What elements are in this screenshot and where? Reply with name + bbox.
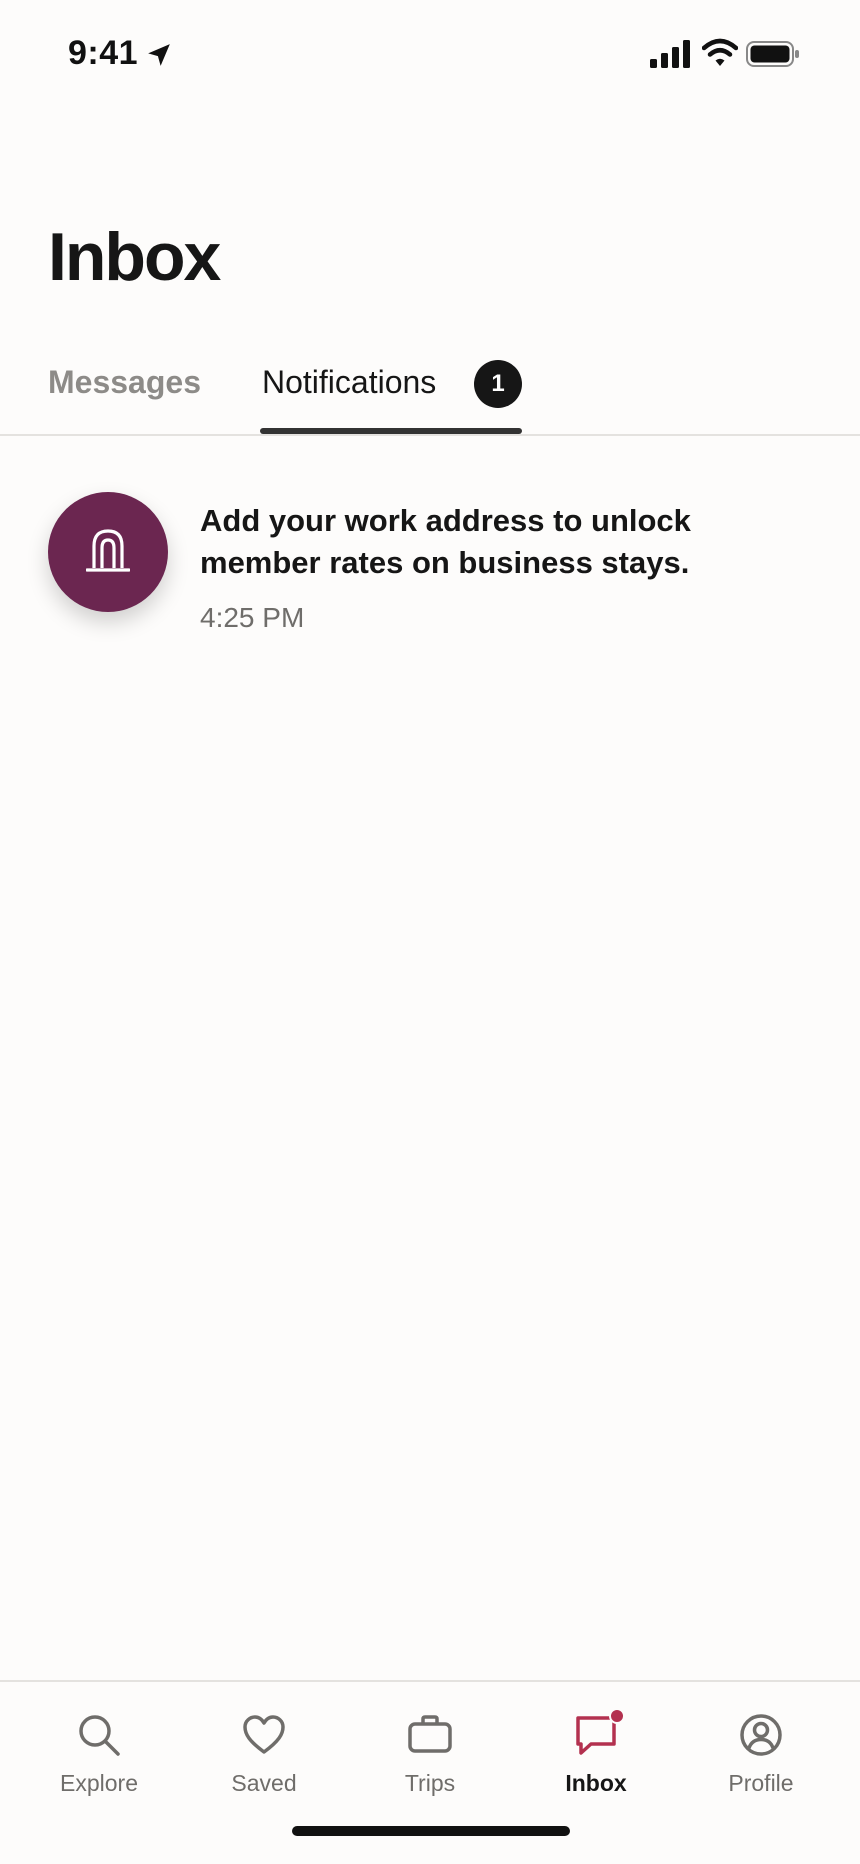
nav-explore-label: Explore — [60, 1770, 138, 1796]
cellular-signal-icon — [650, 40, 690, 68]
inbox-tabs: Messages Notifications 1 — [0, 350, 860, 436]
nav-explore[interactable]: Explore — [29, 1712, 169, 1812]
tab-messages[interactable]: Messages — [48, 364, 201, 401]
nav-inbox-label: Inbox — [565, 1770, 627, 1796]
active-tab-indicator — [260, 428, 522, 434]
nav-profile[interactable]: Profile — [691, 1712, 831, 1812]
briefcase-icon — [408, 1715, 452, 1753]
nav-saved[interactable]: Saved — [194, 1712, 334, 1812]
bottom-tab-bar: Explore Saved Trips Inbox Profile — [0, 1680, 860, 1864]
notifications-count-badge: 1 — [474, 360, 522, 408]
nav-inbox[interactable]: Inbox — [526, 1708, 666, 1812]
user-circle-icon — [740, 1714, 782, 1756]
notification-time: 4:25 PM — [200, 602, 305, 633]
arch-logo-icon — [86, 529, 130, 572]
nav-trips-label: Trips — [404, 1770, 456, 1796]
heart-icon — [243, 1715, 285, 1754]
nav-saved-label: Saved — [231, 1770, 297, 1796]
inbox-unread-dot — [609, 1708, 625, 1724]
notification-message: Add your work address to unlock member r… — [200, 503, 691, 580]
notification-item[interactable]: Add your work address to unlock member r… — [0, 470, 860, 650]
nav-trips[interactable]: Trips — [360, 1712, 500, 1812]
location-arrow-icon — [148, 44, 170, 66]
tab-notifications[interactable]: Notifications — [262, 364, 436, 401]
page-title: Inbox — [48, 219, 221, 295]
notification-avatar — [48, 492, 168, 612]
inbox-screen: 9:41 Inbox Messages Notifications 1 Add … — [0, 0, 860, 1864]
home-indicator — [292, 1826, 570, 1836]
nav-profile-label: Profile — [728, 1770, 794, 1796]
search-icon — [79, 1715, 120, 1756]
wifi-icon — [702, 38, 738, 66]
status-bar: 9:41 — [0, 0, 860, 110]
battery-icon — [746, 41, 799, 67]
status-time: 9:41 — [68, 34, 139, 72]
